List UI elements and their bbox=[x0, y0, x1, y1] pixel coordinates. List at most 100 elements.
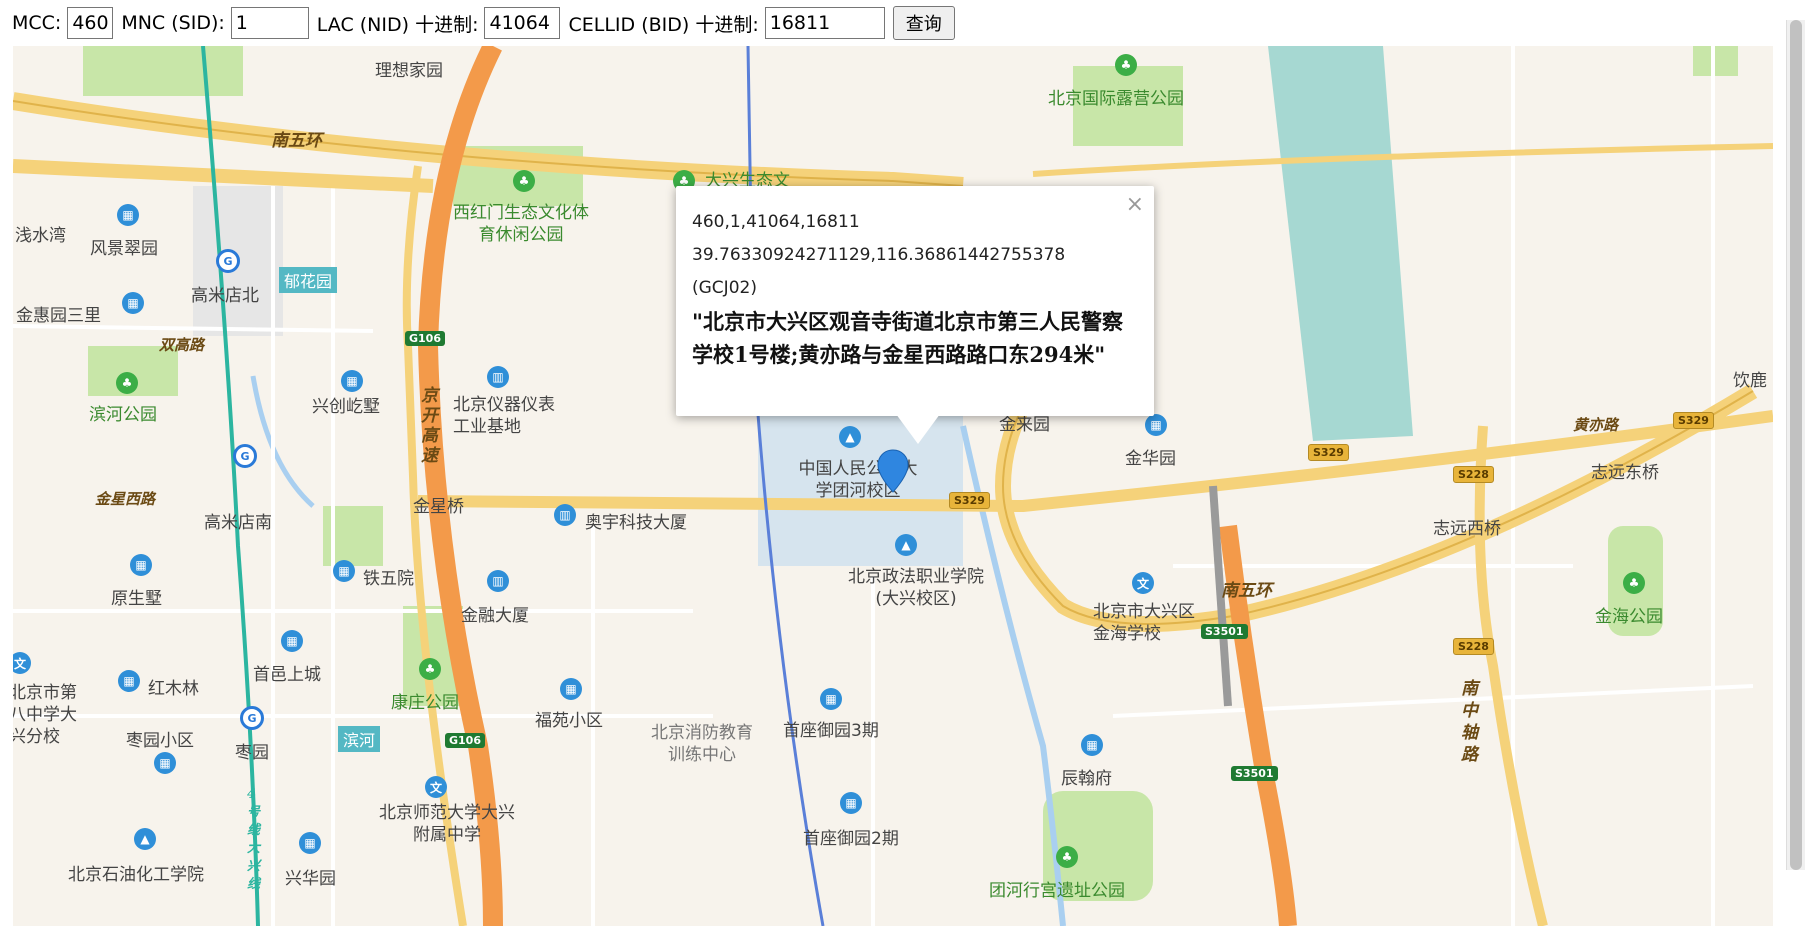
residence-icon: ▦ bbox=[122, 292, 144, 314]
metro-station-icon[interactable]: G bbox=[216, 249, 240, 273]
park-icon: ♣ bbox=[513, 170, 535, 192]
location-pin-icon[interactable] bbox=[876, 448, 910, 494]
close-icon[interactable]: × bbox=[1126, 192, 1144, 217]
cellid-input[interactable] bbox=[764, 7, 885, 39]
mnc-input[interactable] bbox=[230, 7, 309, 39]
building-icon: ▥ bbox=[487, 570, 509, 592]
label-shiyou-college: 北京石油化工学院 bbox=[68, 865, 204, 885]
label-zaoyuan-xiaoqu: 枣园小区 bbox=[126, 731, 194, 751]
popup-codes: 460,1,41064,16811 bbox=[692, 212, 860, 232]
label-xingchuang: 兴创屹墅 bbox=[312, 397, 380, 417]
scrollbar-thumb[interactable] bbox=[1790, 20, 1802, 870]
residence-icon: ▦ bbox=[299, 832, 321, 854]
park-icon: ♣ bbox=[419, 658, 441, 680]
residence-icon: ▦ bbox=[1145, 414, 1167, 436]
label-jinxing-bridge: 金星桥 bbox=[413, 497, 464, 517]
query-button[interactable]: 查询 bbox=[892, 6, 955, 40]
label-yinlu: 饮鹿 bbox=[1733, 371, 1767, 391]
label-qianshuiwan: 浅水湾 bbox=[15, 226, 66, 246]
popup-coords: 39.76330924271129,116.36861442755378 bbox=[692, 245, 1066, 265]
metro-station-icon[interactable]: G bbox=[233, 444, 257, 468]
label-zhengfa-college: 北京政法职业学院(大兴校区) bbox=[848, 567, 984, 609]
mcc-input[interactable] bbox=[67, 7, 114, 39]
residence-icon: ▦ bbox=[154, 752, 176, 774]
label-camp-park: 北京国际露营公园 bbox=[1048, 89, 1184, 109]
label-yuhuayuan: 郁花园 bbox=[279, 267, 338, 293]
school-icon: 文 bbox=[425, 776, 447, 798]
label-aoyu-building: 奥宇科技大厦 bbox=[585, 513, 687, 533]
residence-icon: ▦ bbox=[333, 560, 355, 582]
label-jinrong-building: 金融大厦 bbox=[461, 606, 529, 626]
shield-s228-south: S228 bbox=[1453, 638, 1494, 655]
label-lixiang: 理想家园 bbox=[375, 61, 443, 81]
cellid-label: CELLID (BID) 十进制: bbox=[568, 13, 759, 36]
park-icon: ♣ bbox=[1056, 846, 1078, 868]
residence-icon: ▦ bbox=[560, 678, 582, 700]
residence-icon: ▦ bbox=[1081, 734, 1103, 756]
label-jinhai-park: 金海公园 bbox=[1595, 607, 1663, 627]
park-icon: ♣ bbox=[1623, 572, 1645, 594]
label-nanwuhuan-east: 南五环 bbox=[1221, 581, 1272, 601]
label-fuyuan: 福苑小区 bbox=[535, 711, 603, 731]
school-icon: ▲ bbox=[134, 828, 156, 850]
mcc-label: MCC: bbox=[12, 12, 62, 34]
label-zaoyuan-station: 枣园 bbox=[235, 743, 269, 763]
residence-icon: ▦ bbox=[341, 370, 363, 392]
building-icon: ▥ bbox=[554, 504, 576, 526]
lac-label: LAC (NID) 十进制: bbox=[316, 13, 479, 36]
label-fire-center: 北京消防教育训练中心 bbox=[651, 723, 753, 765]
shield-s228-north: S228 bbox=[1453, 466, 1494, 483]
label-tiewuyuan: 铁五院 bbox=[363, 569, 414, 589]
lac-input[interactable] bbox=[484, 7, 561, 39]
label-chenhan: 辰翰府 bbox=[1061, 769, 1112, 789]
shield-s329-east: S329 bbox=[1308, 444, 1349, 461]
query-form: MCC: MNC (SID): LAC (NID) 十进制: CELLID (B… bbox=[0, 0, 1808, 46]
label-gaomidian-north: 高米店北 bbox=[191, 286, 259, 306]
shield-s329-west: S329 bbox=[949, 492, 990, 509]
label-zhiyuan-east-bridge: 志远东桥 bbox=[1591, 463, 1659, 483]
label-shifan-school: 北京师范大学大兴附属中学 bbox=[379, 803, 515, 845]
label-jinhuayuan: 金华园 bbox=[1125, 449, 1176, 469]
shield-s329-far-east: S329 bbox=[1673, 412, 1714, 429]
building-icon: ▥ bbox=[487, 366, 509, 388]
label-shouzuo-2: 首座御园2期 bbox=[803, 829, 899, 849]
residence-icon: ▦ bbox=[840, 792, 862, 814]
label-huangyi-road: 黄亦路 bbox=[1573, 416, 1619, 434]
park-icon: ♣ bbox=[1115, 54, 1137, 76]
label-jingkai-expressway: 京开高速 bbox=[421, 386, 438, 466]
label-binhe-park: 滨河公园 bbox=[89, 405, 157, 425]
label-hongmulin: 红木林 bbox=[148, 679, 199, 699]
shield-s3501-north: S3501 bbox=[1201, 624, 1248, 639]
label-nanzhongzhou-road: 南中轴路 bbox=[1461, 679, 1478, 765]
label-shouyi: 首邑上城 bbox=[253, 665, 321, 685]
label-nanwuhuan-west: 南五环 bbox=[271, 131, 322, 151]
label-beijing8-school: 北京市第八中学大兴分校 bbox=[13, 683, 77, 747]
mnc-label: MNC (SID): bbox=[121, 12, 225, 34]
park-icon: ♣ bbox=[116, 372, 138, 394]
label-tuanhe-palace-park: 团河行宫遗址公园 bbox=[989, 881, 1125, 901]
label-binhe: 滨河 bbox=[338, 726, 381, 752]
label-metro-line4: 4号线大兴线 bbox=[247, 787, 261, 892]
school-icon: 文 bbox=[1132, 572, 1154, 594]
shield-s3501-south: S3501 bbox=[1231, 766, 1278, 781]
residence-icon: ▦ bbox=[117, 204, 139, 226]
label-jinhuiyuan: 金惠园三里 bbox=[16, 306, 101, 326]
metro-station-icon[interactable]: G bbox=[240, 706, 264, 730]
school-icon: ▲ bbox=[895, 534, 917, 556]
label-gaomidian-south: 高米店南 bbox=[204, 513, 272, 533]
popup-address: "北京市大兴区观音寺街道北京市第三人民警察学校1号楼;黄亦路与金星西路路口东29… bbox=[692, 309, 1123, 367]
label-instrument-base: 北京仪器仪表工业基地 bbox=[453, 395, 555, 437]
label-yuanshengshu: 原生墅 bbox=[111, 589, 162, 609]
label-fengjingcui: 风景翠园 bbox=[90, 239, 158, 259]
residence-icon: ▦ bbox=[118, 670, 140, 692]
label-zhiyuan-west-bridge: 志远西桥 bbox=[1433, 519, 1501, 539]
residence-icon: ▦ bbox=[820, 688, 842, 710]
vertical-scrollbar[interactable] bbox=[1786, 20, 1805, 870]
popup-pointer bbox=[896, 414, 940, 444]
label-shouzuo-3: 首座御园3期 bbox=[783, 721, 879, 741]
residence-icon: ▦ bbox=[281, 630, 303, 652]
shield-g106-south: G106 bbox=[445, 733, 485, 748]
label-xihongmen-park: 西红门生态文化体育休闲公园 bbox=[453, 203, 589, 245]
label-jinhai-school: 北京市大兴区金海学校 bbox=[1093, 602, 1195, 644]
info-popup: × 460,1,41064,16811 39.76330924271129,11… bbox=[676, 186, 1154, 416]
